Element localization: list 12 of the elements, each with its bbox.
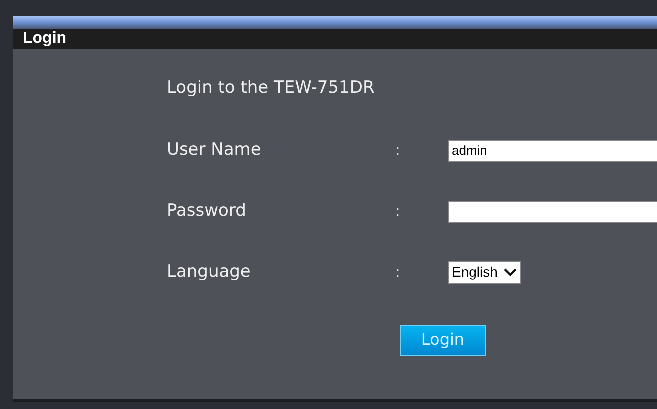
chevron-down-icon [504,268,517,277]
input-field[interactable] [448,200,657,222]
field-label: Language [167,260,252,284]
input-field[interactable]: admin [448,140,657,162]
panel-title: Login [23,29,67,49]
language-select[interactable]: English [448,261,521,284]
colon-separator: : [396,202,401,221]
field-label: Password [167,200,248,223]
colon-separator: : [396,141,401,160]
colon-separator: : [396,263,401,282]
field-label: User Name [167,138,262,162]
login-heading: Login to the TEW-751DR [167,77,375,100]
